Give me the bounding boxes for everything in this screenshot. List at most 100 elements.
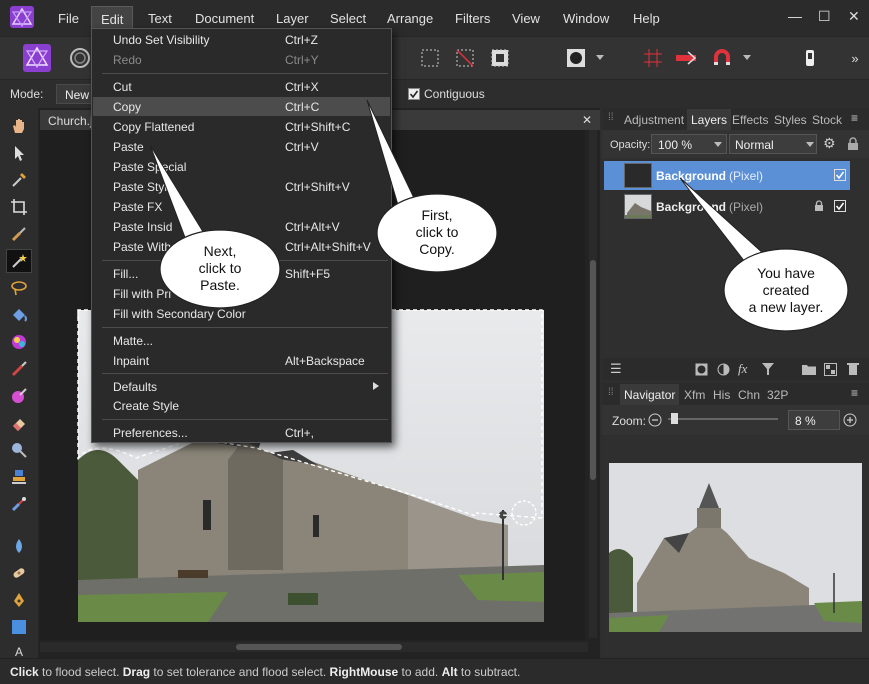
- menu-item-paste-style[interactable]: Paste Style Ctrl+Shift+V: [93, 177, 390, 196]
- layer-visibility-checkbox[interactable]: [834, 169, 846, 181]
- panel-menu-icon[interactable]: ≡: [851, 386, 858, 400]
- tab-styles[interactable]: Styles: [774, 113, 807, 127]
- maximize-icon[interactable]: ☐: [818, 8, 831, 25]
- tab-adjustment[interactable]: Adjustment: [624, 113, 684, 127]
- mode-dropdown[interactable]: New: [56, 84, 92, 104]
- tab-effects[interactable]: Effects: [732, 113, 768, 127]
- contiguous-checkbox[interactable]: [408, 88, 420, 100]
- marquee-selection-icon[interactable]: [416, 43, 444, 73]
- fx-icon[interactable]: fx: [738, 361, 747, 377]
- menu-item-paste-inside[interactable]: Paste Insid Ctrl+Alt+V: [93, 217, 390, 236]
- close-document-icon[interactable]: ✕: [582, 113, 592, 127]
- pen-tool-icon[interactable]: [6, 588, 32, 612]
- snapping-magnet-icon[interactable]: [707, 43, 737, 73]
- horizontal-scroll-thumb[interactable]: [236, 644, 402, 650]
- horizontal-scrollbar[interactable]: [40, 642, 588, 652]
- liquify-persona-icon[interactable]: [66, 43, 94, 73]
- menu-item-fill-secondary[interactable]: Fill with Secondary Color: [93, 304, 390, 323]
- menu-text[interactable]: Text: [148, 11, 172, 26]
- add-group-icon[interactable]: [802, 363, 816, 375]
- menu-arrange[interactable]: Arrange: [387, 11, 433, 26]
- panel-grip-icon[interactable]: ⁞⁞: [608, 387, 614, 398]
- close-window-icon[interactable]: ✕: [848, 8, 860, 25]
- dodge-brush-tool-icon[interactable]: [6, 438, 32, 462]
- live-filter-icon[interactable]: [762, 363, 774, 376]
- menu-document[interactable]: Document: [195, 11, 254, 26]
- blend-mode-dropdown[interactable]: Normal: [729, 134, 817, 154]
- layer-row[interactable]: Background (Pixel): [604, 161, 850, 190]
- vertical-scrollbar[interactable]: [589, 130, 597, 638]
- menu-item-create-style[interactable]: Create Style: [93, 396, 390, 415]
- adjustment-layer-icon[interactable]: [717, 363, 730, 376]
- move-tool-icon[interactable]: [6, 141, 32, 165]
- menu-file[interactable]: File: [58, 11, 79, 26]
- tab-transform[interactable]: Xfm: [684, 388, 705, 402]
- tab-history[interactable]: His: [713, 388, 730, 402]
- freehand-selection-tool-icon[interactable]: [6, 276, 32, 300]
- navigator-preview[interactable]: [609, 463, 862, 632]
- zoom-out-icon[interactable]: [648, 413, 662, 427]
- menu-item-paste-special[interactable]: Paste Special: [93, 157, 390, 176]
- delete-layer-icon[interactable]: [847, 362, 859, 376]
- zoom-in-icon[interactable]: [843, 413, 857, 427]
- minimize-icon[interactable]: —: [788, 8, 802, 24]
- quick-mask-dropdown-icon[interactable]: [593, 43, 607, 73]
- toolbar-overflow-icon[interactable]: »: [848, 43, 862, 73]
- menu-item-matte[interactable]: Matte...: [93, 331, 390, 350]
- menu-window[interactable]: Window: [563, 11, 609, 26]
- menu-item-undo[interactable]: Undo Set Visibility Ctrl+Z: [93, 30, 390, 49]
- crop-tool-icon[interactable]: [6, 195, 32, 219]
- zoom-field[interactable]: 8 %: [788, 410, 840, 430]
- tab-navigator[interactable]: Navigator: [620, 384, 680, 405]
- menu-item-paste[interactable]: Paste Ctrl+V: [93, 137, 390, 156]
- menu-layer[interactable]: Layer: [276, 11, 309, 26]
- color-picker-tool-icon[interactable]: [6, 168, 32, 192]
- affinity-photo-logo-icon[interactable]: [10, 6, 34, 28]
- patch-tool-icon[interactable]: [6, 561, 32, 585]
- gear-icon[interactable]: ⚙: [823, 135, 836, 152]
- assistant-icon[interactable]: [796, 43, 824, 73]
- menu-item-paste-fx[interactable]: Paste FX: [93, 197, 390, 216]
- opacity-field[interactable]: 100 %: [651, 134, 727, 154]
- clone-brush-tool-icon[interactable]: [6, 465, 32, 489]
- menu-filters[interactable]: Filters: [455, 11, 490, 26]
- opacity-dropdown-icon[interactable]: [714, 142, 722, 148]
- menu-item-preferences[interactable]: Preferences... Ctrl+,: [93, 423, 390, 442]
- panel-grip-icon[interactable]: ⁞⁞: [608, 112, 614, 123]
- menu-item-copy-flattened[interactable]: Copy Flattened Ctrl+Shift+C: [93, 117, 390, 136]
- force-pixel-alignment-icon[interactable]: [672, 43, 700, 73]
- blur-brush-tool-icon[interactable]: [6, 492, 32, 516]
- gradient-tool-icon[interactable]: [6, 330, 32, 354]
- add-pixel-layer-icon[interactable]: [824, 363, 837, 376]
- flood-select-tool-icon[interactable]: [6, 249, 32, 273]
- retouch-tool-icon[interactable]: [6, 534, 32, 558]
- zoom-slider-thumb[interactable]: [671, 413, 678, 424]
- tab-32p[interactable]: 32P: [767, 388, 788, 402]
- menu-item-cut[interactable]: Cut Ctrl+X: [93, 77, 390, 96]
- selection-brush-tool-icon[interactable]: [6, 222, 32, 246]
- zoom-slider[interactable]: [668, 413, 778, 425]
- color-replacement-brush-icon[interactable]: [6, 384, 32, 408]
- mask-layer-icon[interactable]: [695, 363, 708, 376]
- rectangle-tool-icon[interactable]: [6, 615, 32, 639]
- vertical-scroll-thumb[interactable]: [590, 260, 596, 480]
- layer-row[interactable]: Background (Pixel): [604, 192, 850, 221]
- lock-icon[interactable]: [847, 137, 859, 151]
- photo-persona-icon[interactable]: [22, 43, 52, 73]
- deselect-icon[interactable]: [451, 43, 479, 73]
- erase-brush-tool-icon[interactable]: [6, 411, 32, 435]
- menu-item-copy[interactable]: Copy Ctrl+C: [93, 97, 390, 116]
- grid-snapping-icon[interactable]: [639, 43, 667, 73]
- quick-mask-icon[interactable]: [562, 43, 590, 73]
- layer-lock-icon[interactable]: [814, 200, 824, 212]
- flood-fill-tool-icon[interactable]: [6, 303, 32, 327]
- snapping-dropdown-icon[interactable]: [740, 43, 754, 73]
- layers-stack-icon[interactable]: ☰: [610, 361, 622, 377]
- tab-stock[interactable]: Stock: [812, 113, 842, 127]
- layer-visibility-checkbox[interactable]: [834, 200, 846, 212]
- tab-channels[interactable]: Chn: [738, 388, 760, 402]
- invert-selection-icon[interactable]: [486, 43, 514, 73]
- panel-menu-icon[interactable]: ≡: [851, 111, 858, 125]
- menu-item-defaults[interactable]: Defaults: [93, 377, 390, 396]
- menu-item-inpaint[interactable]: Inpaint Alt+Backspace: [93, 351, 390, 370]
